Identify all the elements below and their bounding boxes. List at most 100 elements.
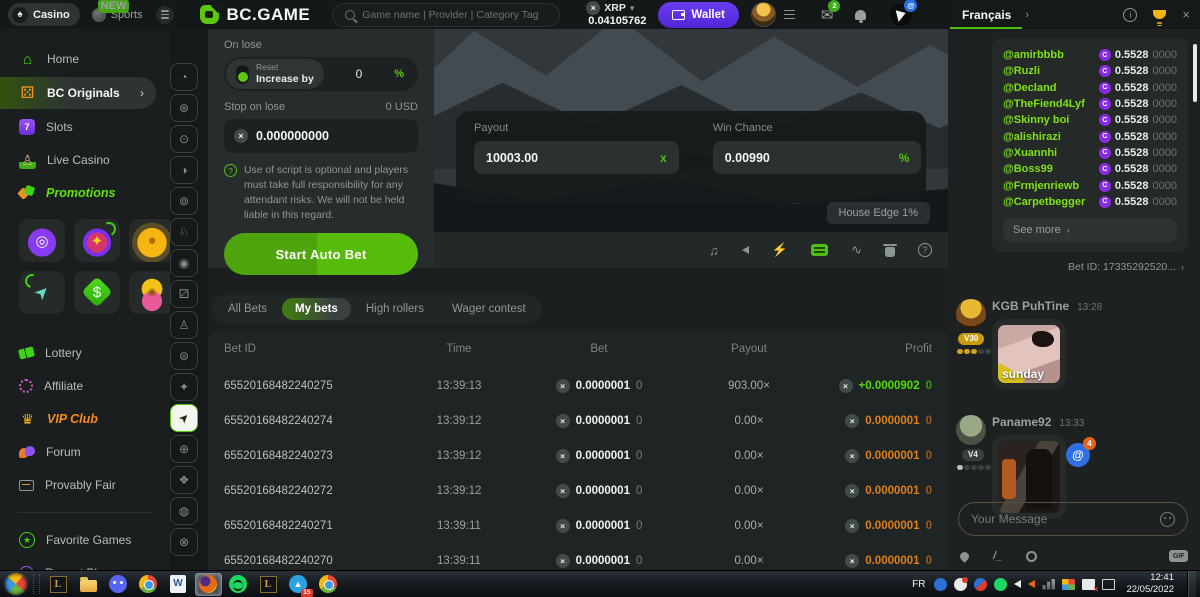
help-icon[interactable]: ? [918, 243, 932, 257]
game-strip-icon-11[interactable]: ✦ [170, 373, 198, 401]
tray-network-icon[interactable] [1102, 579, 1115, 590]
tray-action-center-icon[interactable] [1082, 579, 1095, 590]
sidebar-item-slots[interactable]: 7 Slots [0, 112, 170, 142]
game-strip-icon-6[interactable]: ♘ [170, 218, 198, 246]
stop-on-lose-input[interactable]: × 0.000000000 [224, 119, 418, 153]
sidebar-item-provably-fair[interactable]: Provably Fair [0, 470, 170, 500]
hotkeys-keyboard-icon[interactable] [811, 244, 828, 256]
taskbar-explorer-icon[interactable] [75, 573, 102, 596]
game-strip-icon-8[interactable]: ⚂ [170, 280, 198, 308]
payout-input[interactable]: x [474, 141, 679, 174]
table-row[interactable]: 65520168482240271 13:39:11 ×0.00000010 0… [224, 508, 932, 543]
user-menu-icon[interactable] [784, 10, 795, 20]
promo-coins-tile[interactable]: ◉ [129, 271, 170, 314]
mentions-fab-button[interactable]: @ 4 [1066, 443, 1090, 467]
message-username[interactable]: KGB PuhTine [992, 299, 1069, 313]
promo-wheel-tile[interactable]: ✦ [74, 219, 120, 262]
mention-row[interactable]: @Boss99C0.55280000 [1003, 161, 1177, 177]
sidebar-item-affiliate[interactable]: Affiliate [0, 371, 170, 401]
sound-mute-icon[interactable] [742, 246, 749, 254]
message-username[interactable]: Paname92 [992, 415, 1051, 429]
chevron-right-icon[interactable]: › [1025, 9, 1029, 21]
tray-app-icon[interactable] [934, 578, 947, 591]
mention-row[interactable]: @amirbbbbC0.55280000 [1003, 47, 1177, 63]
taskbar-spotify-icon[interactable] [225, 573, 252, 596]
tray-activity-icon[interactable] [1042, 579, 1055, 590]
trophy-icon[interactable] [1153, 10, 1166, 19]
wallet-button[interactable]: Wallet [658, 2, 738, 28]
game-strip-icon-2[interactable]: ⊛ [170, 94, 198, 122]
avatar[interactable] [956, 415, 986, 445]
language-indicator[interactable]: FR [912, 579, 925, 590]
table-row[interactable]: 65520168482240275 13:39:13 ×0.00000010 9… [224, 368, 932, 403]
win-chance-value-input[interactable] [725, 151, 899, 165]
taskbar-lol-icon[interactable]: L [45, 573, 72, 596]
bc-game-logo[interactable]: BC.GAME [200, 5, 310, 25]
promo-spin-tile[interactable]: ◎ [19, 219, 65, 262]
bet-id-link[interactable]: Bet ID: 17335292520... › [964, 261, 1184, 273]
balance-selector[interactable]: × XRP ▾ 0.04105762 [586, 1, 646, 27]
tray-app-icon[interactable] [954, 578, 967, 591]
sidebar-item-lottery[interactable]: Lottery [0, 338, 170, 368]
mention-row[interactable]: @TheFiend4LyfC0.55280000 [1003, 96, 1177, 112]
start-auto-bet-button[interactable]: Start Auto Bet [224, 233, 418, 275]
mention-row[interactable]: @CarpetbeggerC0.55280000 [1003, 194, 1177, 210]
game-strip-icon-active-rocket[interactable]: ➤ [170, 404, 198, 432]
chat-message-input[interactable] [958, 502, 1188, 536]
see-more-button[interactable]: See more › [1003, 218, 1177, 242]
promo-piggy-tile[interactable]: ● [129, 219, 170, 262]
game-strip-icon-15[interactable]: ◍ [170, 497, 198, 525]
mention-row[interactable]: @Skinny boiC0.55280000 [1003, 112, 1177, 128]
table-row[interactable]: 65520168482240272 13:39:12 ×0.00000010 0… [224, 473, 932, 508]
inbox-button[interactable]: ✉ 2 [821, 6, 834, 24]
sidebar-item-bc-originals[interactable]: ⚄ BC Originals › [0, 77, 156, 109]
game-strip-icon-16[interactable]: ⊗ [170, 528, 198, 556]
casino-toggle[interactable]: ♠ Casino [8, 3, 80, 26]
mention-row[interactable]: @DeclandC0.55280000 [1003, 80, 1177, 96]
taskbar-firefox-icon-active[interactable] [195, 573, 222, 596]
game-strip-icon-13[interactable]: ⊕ [170, 435, 198, 463]
tray-colors-icon[interactable] [1062, 579, 1075, 590]
close-chat-icon[interactable]: × [1182, 7, 1190, 22]
message-input-field[interactable] [971, 512, 1152, 526]
taskbar-word-icon[interactable] [165, 573, 192, 596]
tab-high-rollers[interactable]: High rollers [353, 298, 437, 320]
tray-volume-icon[interactable] [1014, 580, 1021, 588]
game-search[interactable] [332, 3, 560, 27]
sidebar-item-favorite-games[interactable]: ★ Favorite Games [0, 525, 170, 555]
sidebar-item-promotions[interactable]: Promotions [0, 178, 170, 208]
payout-value-input[interactable] [486, 151, 660, 165]
user-avatar[interactable] [751, 2, 776, 27]
taskbar-chrome-icon[interactable] [135, 573, 162, 596]
tray-spotify-icon[interactable] [994, 578, 1007, 591]
mention-row[interactable]: @RuzliC0.55280000 [1003, 63, 1177, 79]
game-strip-icon-4[interactable]: ◑ [170, 156, 198, 184]
trash-icon[interactable] [885, 247, 895, 257]
sidebar-item-home[interactable]: ⌂ Home [0, 44, 170, 74]
music-mute-icon[interactable]: ♫ [709, 243, 719, 258]
rain-drop-icon[interactable] [958, 550, 971, 563]
tip-coin-icon[interactable] [1026, 551, 1037, 562]
table-row[interactable]: 65520168482240273 13:39:12 ×0.00000010 0… [224, 438, 932, 473]
table-row[interactable]: 65520168482240274 13:39:12 ×0.00000010 0… [224, 403, 932, 438]
turbo-bolt-icon[interactable]: ⚡ [772, 242, 788, 258]
avatar[interactable] [956, 299, 986, 329]
win-chance-input[interactable]: % [713, 141, 922, 174]
gif-image[interactable]: sunday [998, 325, 1060, 383]
game-strip-icon-9[interactable]: ♙ [170, 311, 198, 339]
mention-row[interactable]: @XuannhiC0.55280000 [1003, 145, 1177, 161]
sidebar-item-live-casino[interactable]: ♙ Live Casino [0, 145, 170, 175]
tab-all-bets[interactable]: All Bets [215, 298, 280, 320]
chat-info-icon[interactable]: i [1123, 8, 1137, 22]
chat-toggle-button[interactable]: @ [890, 4, 912, 26]
sidebar-item-vip-club[interactable]: ♛ VIP Club [0, 404, 170, 434]
sidebar-item-recent-play[interactable]: Recent Play [0, 558, 170, 570]
notifications-bell-icon[interactable] [855, 10, 866, 20]
trends-icon[interactable]: ∿ [851, 242, 862, 258]
menu-collapse-button[interactable] [156, 6, 174, 24]
game-strip-icon-10[interactable]: ⊜ [170, 342, 198, 370]
chat-scrollbar[interactable] [1193, 44, 1197, 102]
taskbar-telegram-icon[interactable]: ▲15 [285, 573, 312, 596]
sports-toggle[interactable]: NEW Sports [92, 8, 143, 22]
promo-coupon-tile[interactable]: $ [74, 271, 120, 314]
